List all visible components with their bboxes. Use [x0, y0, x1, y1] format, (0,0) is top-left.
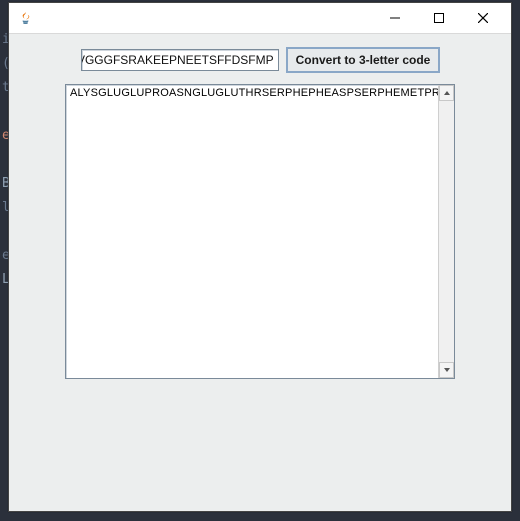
vertical-scrollbar[interactable] — [438, 85, 454, 378]
convert-button[interactable]: Convert to 3-letter code — [287, 48, 440, 72]
sequence-input[interactable]: VGGGFSRAKEEPNEETSFFDSFMP — [81, 49, 279, 71]
app-window: VGGGFSRAKEEPNEETSFFDSFMP Convert to 3-le… — [8, 2, 512, 512]
titlebar[interactable] — [9, 3, 511, 34]
minimize-button[interactable] — [373, 4, 417, 33]
sequence-input-value: VGGGFSRAKEEPNEETSFFDSFMP — [81, 53, 274, 67]
result-area: ALYSGLUGLUPROASNGLUGLUTHRSERPHEPHEASPSER… — [65, 84, 455, 379]
client-area: VGGGFSRAKEEPNEETSFFDSFMP Convert to 3-le… — [9, 34, 511, 379]
maximize-button[interactable] — [417, 4, 461, 33]
close-button[interactable] — [461, 4, 505, 33]
result-text[interactable]: ALYSGLUGLUPROASNGLUGLUTHRSERPHEPHEASPSER… — [66, 85, 438, 378]
convert-button-label: Convert to 3-letter code — [296, 53, 431, 67]
scroll-down-button[interactable] — [439, 362, 454, 378]
java-icon — [17, 10, 33, 26]
scroll-up-button[interactable] — [439, 85, 454, 101]
input-row: VGGGFSRAKEEPNEETSFFDSFMP Convert to 3-le… — [9, 34, 511, 84]
